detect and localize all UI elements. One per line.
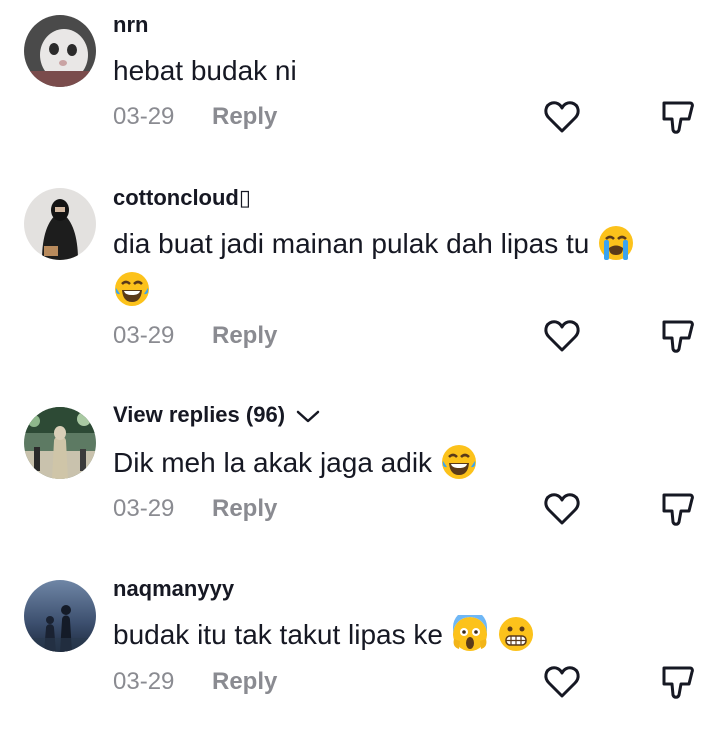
like-heart-icon[interactable] xyxy=(542,489,582,529)
like-heart-icon[interactable] xyxy=(542,97,582,137)
dislike-icon[interactable] xyxy=(658,316,698,356)
reply-button[interactable]: Reply xyxy=(212,668,277,696)
username[interactable]: nrn xyxy=(113,12,148,38)
screaming-face-icon xyxy=(452,615,487,651)
avatar[interactable] xyxy=(24,407,96,479)
comment-date: 03-29 xyxy=(113,103,175,130)
dislike-icon[interactable] xyxy=(658,662,698,702)
grimacing-face-icon xyxy=(498,617,533,651)
like-heart-icon[interactable] xyxy=(542,662,582,702)
chevron-down-icon xyxy=(296,410,320,423)
username[interactable]: naqmanyyy xyxy=(113,576,234,602)
laughing-tears-face-icon xyxy=(115,272,149,306)
dislike-icon[interactable] xyxy=(658,489,698,529)
comment-date: 03-29 xyxy=(113,668,175,695)
dislike-icon[interactable] xyxy=(658,97,698,137)
comment-date: 03-29 xyxy=(113,495,175,522)
view-replies-button[interactable]: View replies (96) xyxy=(113,402,321,428)
like-heart-icon[interactable] xyxy=(542,316,582,356)
comment-text-line: budak itu tak takut lipas ke xyxy=(113,619,443,650)
reply-button[interactable]: Reply xyxy=(212,495,277,523)
comment-text: budak itu tak takut lipas ke xyxy=(113,612,703,658)
loudly-crying-face-icon xyxy=(599,226,634,260)
avatar[interactable] xyxy=(24,15,96,87)
comment-text: Dik meh la akak jaga adik xyxy=(113,440,703,486)
comment-date: 03-29 xyxy=(113,322,175,349)
username[interactable]: cottoncloud▯ xyxy=(113,185,251,211)
comment-text: hebat budak ni xyxy=(113,55,297,86)
comment-text-line: Dik meh la akak jaga adik xyxy=(113,447,433,478)
avatar[interactable] xyxy=(24,580,96,652)
laughing-tears-face-icon xyxy=(441,445,476,479)
comment-text-line: dia buat jadi mainan pulak dah lipas tu xyxy=(113,228,590,259)
comment-text: dia buat jadi mainan pulak dah lipas tu xyxy=(113,221,703,313)
avatar[interactable] xyxy=(24,188,96,260)
view-replies-label: View replies (96) xyxy=(113,402,286,427)
reply-button[interactable]: Reply xyxy=(212,322,277,350)
reply-button[interactable]: Reply xyxy=(212,103,277,131)
